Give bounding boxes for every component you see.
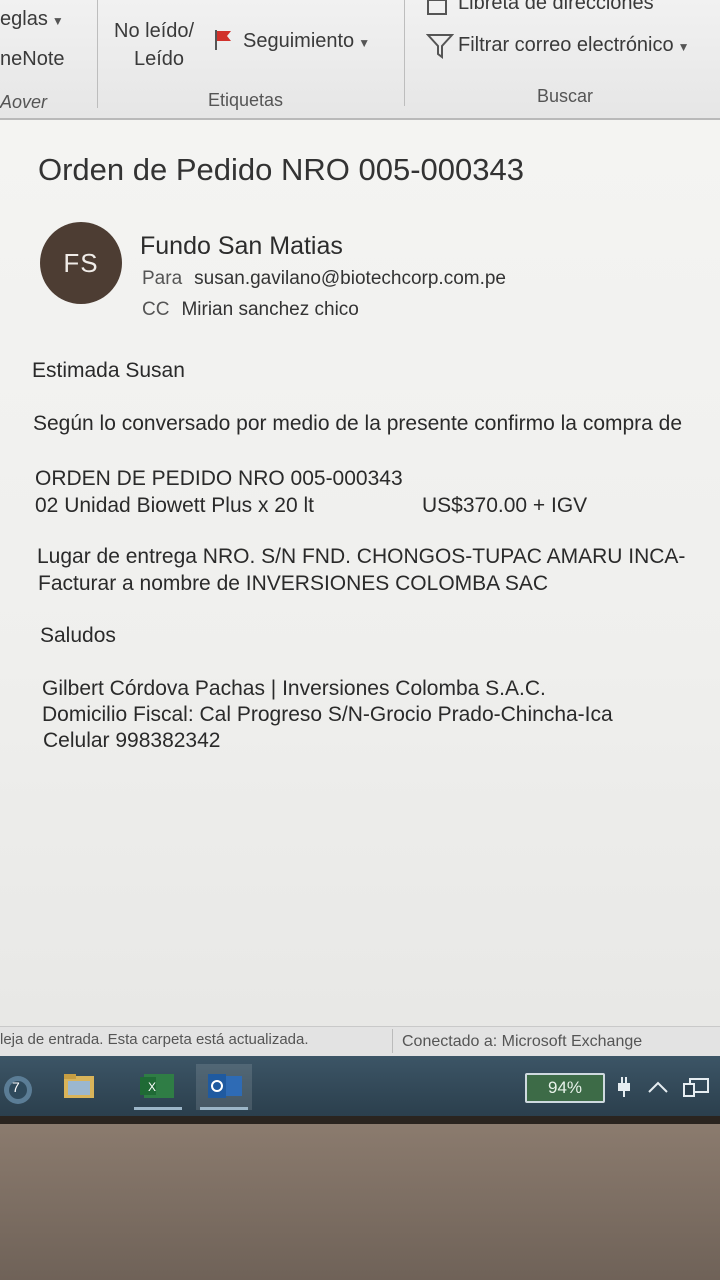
status-bar: leja de entrada. Esta carpeta está actua… [0,1026,720,1057]
taskbar-outlook[interactable] [196,1064,252,1110]
svg-text:X: X [148,1080,156,1094]
address-book-icon [427,0,447,15]
connection-status: Conectado a: Microsoft Exchange [402,1033,643,1050]
start-button[interactable]: 7 [0,1064,50,1110]
windows-orb-icon [4,1076,32,1104]
outlook-icon [208,1074,242,1098]
signature-line-2: Domicilio Fiscal: Cal Progreso S/N-Groci… [42,703,613,726]
filter-email-label: Filtrar correo electrónico [458,34,674,56]
email-greeting: Estimada Susan [32,359,185,382]
tags-group-label: Etiquetas [208,90,284,110]
power-plug-icon[interactable] [614,1075,634,1099]
signature-line-1: Gilbert Córdova Pachas | Inversiones Col… [42,677,546,700]
flag-icon [215,30,231,50]
order-number-line: ORDEN DE PEDIDO NRO 005-000343 [35,467,403,490]
running-indicator [134,1107,182,1110]
taskbar-excel[interactable]: X [130,1064,186,1110]
battery-indicator[interactable]: 94% [525,1073,605,1103]
to-recipient[interactable]: susan.gavilano@biotechcorp.com.pe [194,268,506,289]
to-line: Para susan.gavilano@biotechcorp.com.pe [142,268,506,290]
search-group-label: Buscar [537,86,594,106]
to-label: Para [142,268,183,289]
ribbon-divider [404,0,405,106]
signature-line-3: Celular 998382342 [43,729,221,752]
desk-surface [0,1124,720,1280]
chevron-down-icon: ▼ [51,14,64,28]
running-indicator [200,1107,248,1110]
email-subject: Orden de Pedido NRO 005-000343 [38,152,524,187]
delivery-line: Lugar de entrega NRO. S/N FND. CHONGOS-T… [37,545,686,568]
ribbon-divider [97,0,98,108]
invoice-line: Facturar a nombre de INVERSIONES COLOMBA… [38,572,549,595]
order-item-line: 02 Unidad Biowett Plus x 20 lt [35,494,314,517]
cc-label: CC [142,299,170,320]
rules-button[interactable]: eglas ▼ [0,8,64,31]
chevron-down-icon: ▼ [358,36,371,50]
filter-email-button[interactable]: Filtrar correo electrónico ▼ [458,34,690,57]
monitor-bezel [0,1116,720,1124]
followup-label: Seguimiento [243,30,355,52]
chevron-up-icon[interactable] [646,1078,670,1098]
onenote-button[interactable]: neNote [0,48,65,71]
chevron-down-icon: ▼ [677,40,690,54]
cc-line: CC Mirian sanchez chico [142,299,359,321]
sender-name[interactable]: Fundo San Matias [140,232,343,261]
status-divider [392,1029,393,1053]
taskbar-explorer[interactable] [52,1064,108,1110]
network-icon[interactable] [682,1076,712,1100]
address-book-button[interactable]: Libreta de direcciones [458,0,654,15]
start-badge: 7 [12,1079,20,1095]
unread-read-button-line1[interactable]: No leído/ [114,20,194,43]
order-item-price: US$370.00 + IGV [422,494,588,517]
email-closing: Saludos [40,624,116,647]
followup-button[interactable]: Seguimiento ▼ [243,30,370,53]
avatar[interactable]: FS [40,222,122,304]
filter-icon [426,34,454,59]
rules-label: eglas [0,8,48,30]
move-group-label: Aover [0,92,48,112]
folder-icon [64,1074,94,1098]
folder-status: leja de entrada. Esta carpeta está actua… [0,1031,309,1048]
taskbar: 7 X [0,1056,720,1116]
unread-read-button-line2[interactable]: Leído [134,48,184,71]
excel-icon: X [140,1074,174,1098]
cc-recipient[interactable]: Mirian sanchez chico [181,299,358,320]
email-intro: Según lo conversado por medio de la pres… [33,412,683,435]
ribbon: eglas ▼ neNote Aover No leído/ Leído Segu… [0,0,720,120]
